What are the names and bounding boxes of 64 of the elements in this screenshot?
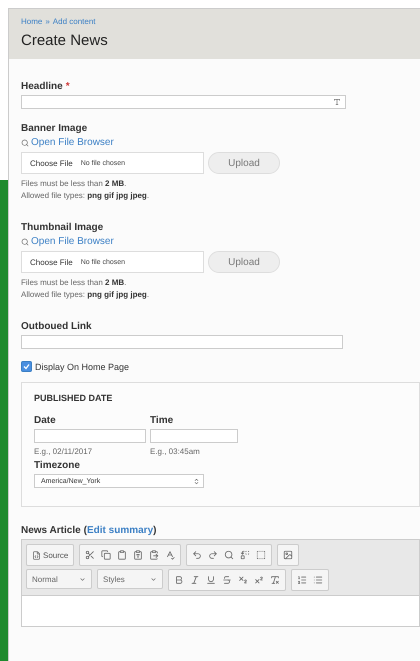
field-label: Timezone: [34, 460, 81, 471]
field-label: Time: [150, 415, 174, 426]
search-icon: [21, 138, 29, 146]
bulleted-list-icon[interactable]: [313, 575, 323, 585]
time-input[interactable]: [150, 429, 238, 443]
upload-button[interactable]: Upload: [208, 152, 280, 174]
edit-summary-link[interactable]: Edit summary: [87, 525, 154, 536]
strikethrough-icon[interactable]: [222, 575, 232, 585]
parenthesis: (: [84, 525, 87, 536]
fieldset-legend: PUBLISHED DATE: [34, 393, 407, 403]
hint-text: Allowed file types: png gif jpg jpeg.: [21, 190, 150, 202]
headline-input[interactable]: [21, 95, 346, 109]
parenthesis: ): [153, 525, 156, 536]
underline-icon[interactable]: [206, 575, 216, 585]
superscript-icon[interactable]: [254, 575, 264, 585]
hint-text: Files must be less than 2 MB.: [21, 277, 128, 289]
checkbox[interactable]: [21, 361, 32, 372]
breadcrumb-link[interactable]: Add content: [52, 17, 96, 26]
outbound-link-input[interactable]: [21, 335, 343, 349]
replace-icon[interactable]: [240, 550, 250, 560]
field-label: Headline *: [21, 81, 71, 92]
styles-select[interactable]: Styles: [97, 569, 163, 589]
paste-text-icon[interactable]: [133, 550, 144, 560]
checkbox-label: Display On Home Page: [35, 362, 130, 372]
field-label: Date: [34, 415, 57, 426]
document-icon: [32, 550, 41, 560]
breadcrumb-separator: »: [45, 17, 50, 26]
select-all-icon[interactable]: [256, 550, 266, 560]
undo-icon[interactable]: [192, 550, 202, 560]
hint-text: Files must be less than 2 MB.: [21, 178, 128, 190]
hint-text: E.g., 03:45am: [150, 447, 201, 456]
hint-text: E.g., 02/11/2017: [34, 447, 94, 456]
caret-icon: [79, 576, 86, 582]
spellcheck-icon[interactable]: [165, 550, 176, 560]
breadcrumb-link[interactable]: Home: [21, 17, 42, 26]
subscript-icon[interactable]: [238, 575, 248, 585]
caret-icon: [150, 576, 157, 582]
cut-icon[interactable]: [85, 550, 96, 560]
file-browser-link[interactable]: Open File Browser: [21, 236, 420, 247]
paste-word-icon[interactable]: [149, 550, 160, 560]
date-input[interactable]: [34, 429, 146, 443]
field-label: Outboued Link: [21, 321, 93, 332]
field-label: Thumbnail Image: [21, 222, 104, 233]
field-label: News Article: [21, 525, 81, 536]
bold-icon[interactable]: [174, 575, 184, 585]
paste-icon[interactable]: [117, 550, 128, 560]
choose-file-button[interactable]: Choose File: [30, 158, 73, 168]
remove-format-icon[interactable]: [270, 575, 280, 585]
hint-text: Allowed file types: png gif jpg jpeg.: [21, 289, 150, 301]
copy-icon[interactable]: [101, 550, 112, 560]
find-icon[interactable]: [224, 550, 234, 560]
format-select[interactable]: Normal: [26, 569, 92, 589]
numbered-list-icon[interactable]: [297, 575, 307, 585]
italic-icon[interactable]: [190, 575, 200, 585]
upload-button[interactable]: Upload: [208, 251, 280, 273]
redo-icon[interactable]: [208, 550, 218, 560]
page-title: Create News: [21, 32, 109, 49]
choose-file-button[interactable]: Choose File: [30, 258, 73, 266]
field-label: Banner Image: [21, 123, 88, 134]
search-icon: [21, 238, 29, 246]
file-browser-link[interactable]: Open File Browser: [21, 137, 420, 148]
image-icon[interactable]: [283, 550, 294, 560]
select-arrows-icon: [193, 478, 200, 484]
text-format-icon: [333, 98, 341, 106]
